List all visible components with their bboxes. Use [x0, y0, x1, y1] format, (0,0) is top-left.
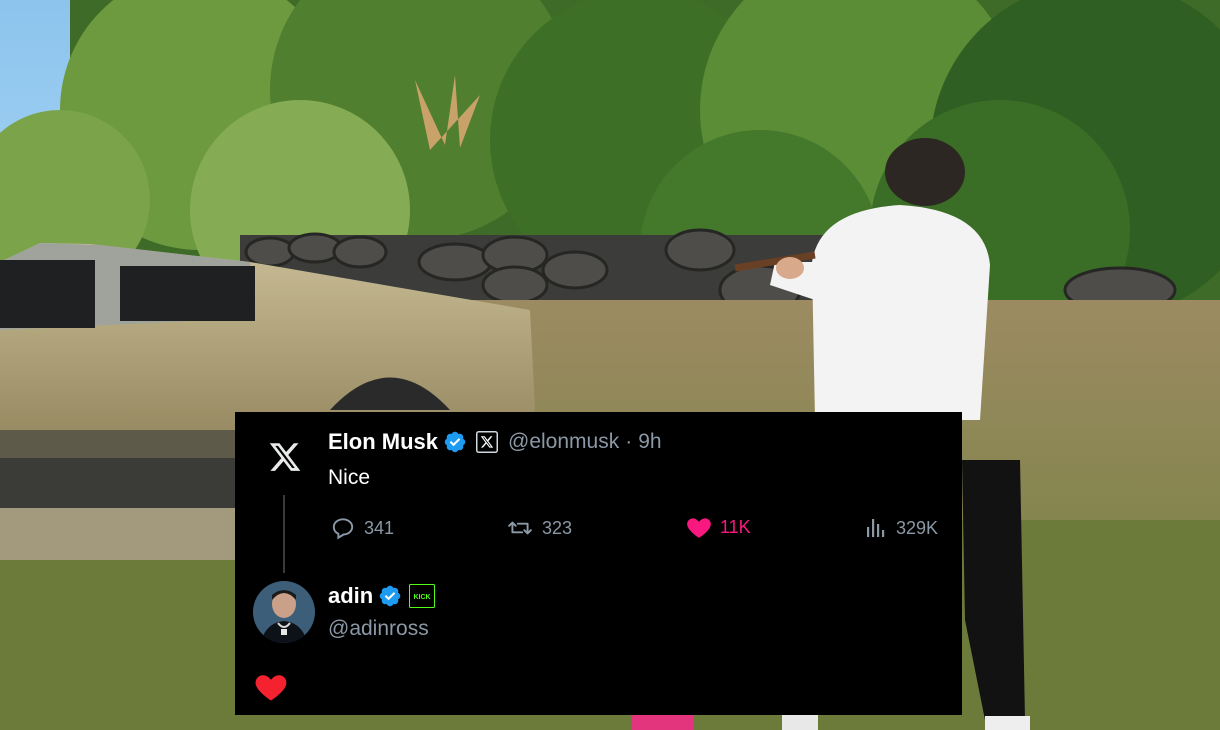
reply-author-name[interactable]: adin	[328, 583, 373, 609]
thread-line	[283, 495, 285, 573]
tweet-card	[235, 412, 962, 715]
kick-badge-text: KICK	[414, 594, 431, 601]
like-button[interactable]: 11K	[686, 515, 751, 539]
like-count: 11K	[720, 516, 751, 537]
repost-button[interactable]: 323	[506, 515, 572, 541]
reply-button[interactable]: 341	[330, 515, 394, 541]
tweet-author-handle[interactable]: @elonmusk	[508, 430, 619, 454]
tweet-header: Elon Musk @elonmusk · 9h	[328, 428, 662, 456]
reply-author-row: adin KICK	[328, 582, 436, 610]
repost-icon	[508, 521, 532, 535]
tweet-timestamp[interactable]: 9h	[638, 430, 661, 454]
avatar[interactable]	[253, 581, 315, 643]
kick-badge-icon: KICK	[409, 584, 436, 608]
repost-count: 323	[542, 517, 573, 538]
reaction-heart-icon	[255, 675, 287, 701]
verified-badge-icon	[379, 585, 401, 607]
x-logo-icon	[269, 443, 301, 471]
verified-badge-icon	[444, 431, 466, 453]
reply-author-handle[interactable]: @adinross	[328, 616, 429, 642]
x-affiliation-icon	[476, 431, 499, 453]
dot-separator: ·	[625, 430, 633, 453]
views-button[interactable]: 329K	[864, 515, 938, 541]
tweet-text: Nice	[328, 466, 371, 489]
reply-icon	[332, 518, 354, 540]
reply-count: 341	[364, 517, 395, 538]
views-icon	[867, 519, 885, 537]
view-count: 329K	[896, 517, 939, 538]
heart-icon	[687, 518, 711, 538]
tweet-author-name[interactable]: Elon Musk	[328, 429, 438, 455]
